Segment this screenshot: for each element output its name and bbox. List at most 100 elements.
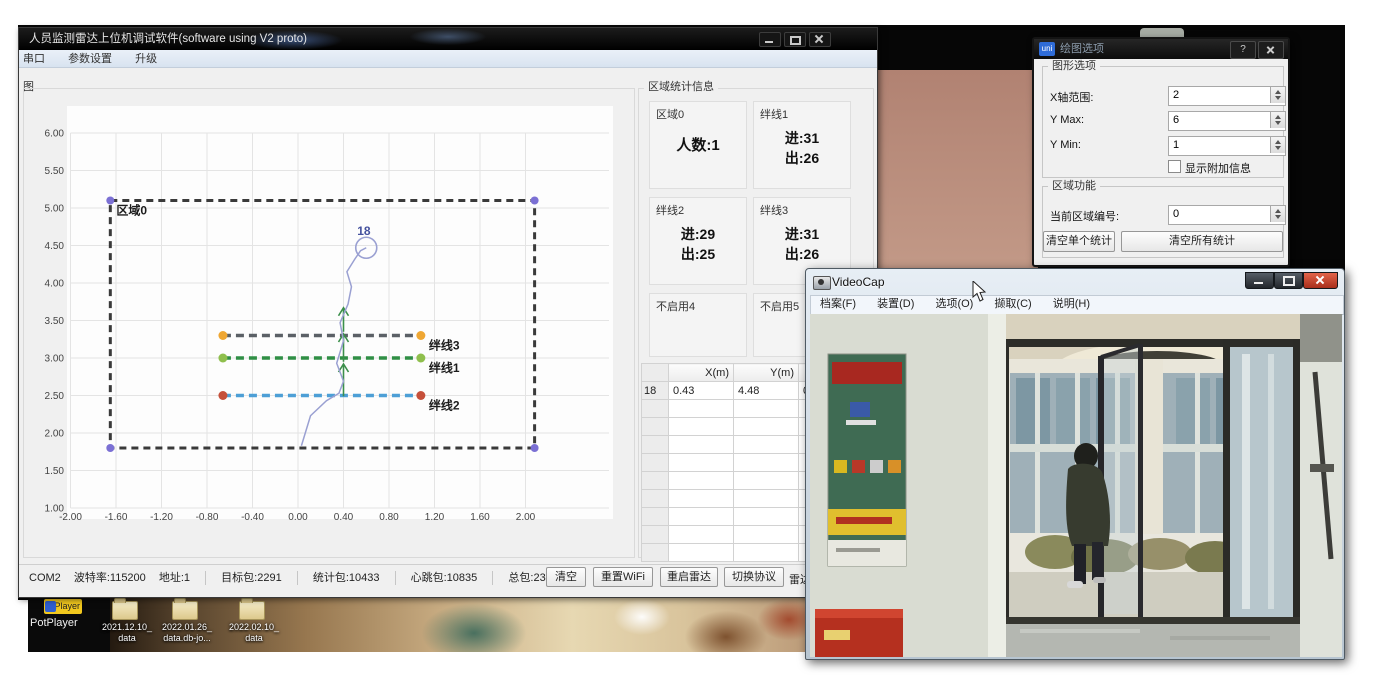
- stats-value: 进:29: [650, 224, 746, 244]
- desktop-wallpaper-band: [878, 70, 1038, 280]
- svg-text:2.00: 2.00: [45, 429, 65, 440]
- folder-icon[interactable]: [112, 601, 138, 620]
- svg-text:5.50: 5.50: [45, 166, 65, 177]
- videocap-title: VideoCap: [832, 269, 885, 295]
- radar-plot: -2.00-1.60-1.20-0.80-0.400.000.400.801.2…: [41, 96, 621, 526]
- y-max-input[interactable]: 6: [1168, 111, 1286, 131]
- svg-text:3.00: 3.00: [45, 354, 65, 365]
- svg-text:0.00: 0.00: [288, 512, 308, 523]
- plot-options-dialog: uni 绘图选项 ? 图形选项 X轴范围: 2 Y Max: 6 Y Min: …: [1032, 37, 1290, 267]
- minimize-icon[interactable]: [1245, 272, 1274, 289]
- svg-text:4.50: 4.50: [45, 241, 65, 252]
- restart-radar-button[interactable]: 重启雷达: [660, 567, 718, 587]
- folder-label-line: 2022.02.10_: [222, 622, 286, 633]
- y-max-label: Y Max:: [1050, 114, 1084, 126]
- current-region-label: 当前区域编号:: [1050, 208, 1119, 224]
- help-button[interactable]: ?: [1230, 41, 1256, 59]
- folder-icon[interactable]: [172, 601, 198, 620]
- graph-options-label: 图形选项: [1048, 60, 1100, 73]
- maximize-icon[interactable]: [1274, 272, 1303, 289]
- folder-icon[interactable]: [239, 601, 265, 620]
- maximize-icon[interactable]: [784, 32, 806, 47]
- divider: [205, 571, 206, 585]
- divider: [492, 571, 493, 585]
- svg-text:-1.60: -1.60: [105, 512, 128, 523]
- stats-value: 出:26: [754, 244, 850, 264]
- svg-text:0.80: 0.80: [379, 512, 399, 523]
- svg-text:1.00: 1.00: [45, 504, 65, 515]
- stats-value: 出:25: [650, 244, 746, 264]
- folder-label[interactable]: 2022.01.26_ data.db-jo...: [155, 622, 219, 644]
- folder-label-line: 2022.01.26_: [155, 622, 219, 633]
- folder-label[interactable]: 2021.12.10_ data: [95, 622, 159, 644]
- stats-cell-label: 绊线3: [760, 202, 788, 218]
- stats-cell-label: 不启用4: [656, 298, 695, 314]
- spinner-icon[interactable]: [1270, 112, 1285, 128]
- show-extra-info-checkbox[interactable]: [1168, 160, 1181, 173]
- radar-window-title: 人员监测雷达上位机调试软件(software using V2 proto): [29, 33, 307, 45]
- status-target-packets: 目标包:2291: [221, 572, 282, 584]
- switch-protocol-button[interactable]: 切换协议: [724, 567, 784, 587]
- minimize-icon[interactable]: [759, 32, 781, 47]
- stats-cell-label: 绊线1: [760, 106, 788, 122]
- current-region-input[interactable]: 0: [1168, 205, 1286, 225]
- x-range-input[interactable]: 2: [1168, 86, 1286, 106]
- col-id: [642, 364, 669, 382]
- divider: [297, 571, 298, 585]
- stats-cell-tripline2: 绊线2 进:29出:25: [649, 197, 747, 285]
- folder-label-line: data: [95, 633, 159, 644]
- menu-serial-port[interactable]: 串口: [19, 50, 55, 68]
- spinner-icon[interactable]: [1270, 87, 1285, 103]
- svg-text:绊线2: 绊线2: [429, 398, 460, 413]
- y-max-value: 6: [1173, 114, 1179, 126]
- region-function-label: 区域功能: [1048, 180, 1100, 193]
- close-icon[interactable]: [1303, 272, 1338, 289]
- cell-id: 18: [642, 382, 669, 400]
- stats-panel-title: 区域统计信息: [644, 81, 718, 94]
- clear-single-stat-button[interactable]: 清空单个统计: [1043, 231, 1115, 252]
- clear-button[interactable]: 清空: [546, 567, 586, 587]
- potplayer-label: PotPlayer: [30, 617, 78, 629]
- show-extra-info-label: 显示附加信息: [1185, 160, 1251, 176]
- svg-text:0.40: 0.40: [334, 512, 354, 523]
- svg-text:1.50: 1.50: [45, 466, 65, 477]
- reset-wifi-button[interactable]: 重置WiFi: [593, 567, 653, 587]
- svg-text:1.60: 1.60: [470, 512, 490, 523]
- svg-text:绊线3: 绊线3: [429, 338, 460, 353]
- close-icon[interactable]: [809, 32, 831, 47]
- potplayer-icon[interactable]: Player: [44, 599, 82, 614]
- menu-device[interactable]: 装置(D): [868, 296, 923, 313]
- svg-text:-1.20: -1.20: [150, 512, 173, 523]
- svg-text:绊线1: 绊线1: [429, 360, 460, 375]
- svg-text:4.00: 4.00: [45, 279, 65, 290]
- spinner-icon[interactable]: [1270, 206, 1285, 222]
- menu-parameter-settings[interactable]: 参数设置: [58, 50, 122, 68]
- stats-cell-disabled4: 不启用4: [649, 293, 747, 357]
- svg-text:18: 18: [357, 224, 371, 238]
- x-range-value: 2: [1173, 89, 1179, 101]
- radar-software-window: 人员监测雷达上位机调试软件(software using V2 proto) 串…: [18, 27, 878, 598]
- y-min-input[interactable]: 1: [1168, 136, 1286, 156]
- divider: [395, 571, 396, 585]
- menu-help[interactable]: 说明(H): [1044, 296, 1099, 313]
- spinner-icon[interactable]: [1270, 137, 1285, 153]
- folder-label-line: 2021.12.10_: [95, 622, 159, 633]
- menu-file[interactable]: 档案(F): [811, 296, 865, 313]
- menu-capture[interactable]: 撷取(C): [985, 296, 1040, 313]
- videocap-menubar: 档案(F) 装置(D) 选项(O) 撷取(C) 说明(H): [810, 295, 1344, 315]
- svg-text:-0.80: -0.80: [196, 512, 219, 523]
- y-min-label: Y Min:: [1050, 139, 1081, 151]
- clear-all-stats-button[interactable]: 清空所有统计: [1121, 231, 1283, 252]
- close-icon[interactable]: [1258, 41, 1284, 59]
- stats-value: 出:26: [754, 148, 850, 168]
- stats-cell-region0: 区域0 人数:1: [649, 101, 747, 189]
- folder-label[interactable]: 2022.02.10_ data: [222, 622, 286, 644]
- menu-upgrade[interactable]: 升级: [125, 50, 167, 68]
- cell-x: 0.43: [669, 382, 734, 400]
- radar-window-controls: [756, 32, 831, 50]
- radar-window-titlebar[interactable]: 人员监测雷达上位机调试软件(software using V2 proto): [19, 28, 877, 50]
- videocap-app-icon: [813, 276, 831, 290]
- status-address: 地址:1: [159, 572, 190, 584]
- svg-text:1.20: 1.20: [425, 512, 445, 523]
- svg-text:3.50: 3.50: [45, 316, 65, 327]
